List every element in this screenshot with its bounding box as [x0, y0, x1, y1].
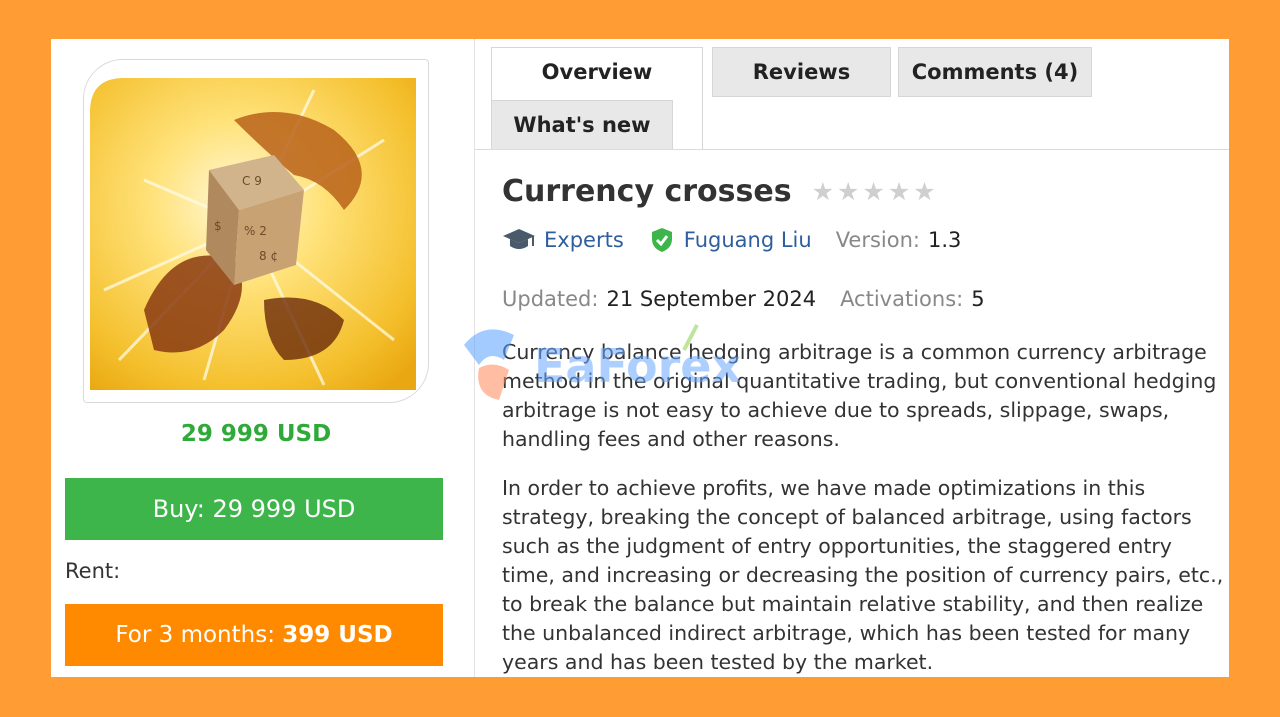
updated-label: Updated:: [502, 287, 599, 311]
tabs-divider: [475, 149, 1229, 150]
activations-value: 5: [971, 287, 985, 311]
description-paragraph: In order to achieve profits, we have mad…: [502, 476, 1224, 674]
svg-text:C 9: C 9: [242, 174, 262, 188]
rent-3-months-button[interactable]: For 3 months: 399 USD: [65, 604, 443, 666]
svg-text:% 2: % 2: [244, 224, 267, 238]
category-link[interactable]: Experts: [544, 228, 624, 252]
star-icon[interactable]: ★: [862, 179, 884, 204]
description-paragraph: Currency balance hedging arbitrage is a …: [502, 340, 1217, 451]
updated-value: 21 September 2024: [606, 287, 817, 311]
buy-button[interactable]: Buy: 29 999 USD: [65, 478, 443, 540]
product-sidebar: % 2 8 ¢ $ C 9 29 999 USD Buy: 29 999 USD R…: [51, 39, 475, 677]
star-icon[interactable]: ★: [913, 179, 935, 204]
verified-shield-icon: [650, 227, 674, 253]
author-link[interactable]: Fuguang Liu: [684, 228, 812, 252]
version-label: Version:: [835, 228, 920, 252]
tab-reviews[interactable]: Reviews: [712, 47, 891, 97]
rent-label: Rent:: [65, 559, 121, 583]
product-title: Currency crosses: [502, 174, 792, 209]
svg-text:$: $: [214, 219, 222, 233]
svg-text:8 ¢: 8 ¢: [259, 249, 278, 263]
graduation-cap-icon: [502, 227, 536, 253]
activations-label: Activations:: [840, 287, 964, 311]
star-icon[interactable]: ★: [888, 179, 910, 204]
tab-comments[interactable]: Comments (4): [898, 47, 1092, 97]
product-card: % 2 8 ¢ $ C 9 29 999 USD Buy: 29 999 USD R…: [51, 39, 1229, 677]
product-details: Overview Reviews Comments (4) What's new…: [475, 39, 1229, 677]
product-price: 29 999 USD: [180, 421, 332, 447]
star-icon[interactable]: ★: [837, 179, 859, 204]
version-value: 1.3: [928, 228, 962, 252]
tab-whats-new[interactable]: What's new: [491, 100, 673, 150]
rating-stars[interactable]: ★ ★ ★ ★ ★: [812, 179, 936, 204]
product-description: Currency balance hedging arbitrage is a …: [502, 338, 1229, 677]
rent-price: 399 USD: [282, 622, 393, 648]
rent-prefix: For 3 months:: [115, 622, 283, 648]
product-image[interactable]: % 2 8 ¢ $ C 9: [83, 59, 429, 403]
star-icon[interactable]: ★: [812, 179, 834, 204]
